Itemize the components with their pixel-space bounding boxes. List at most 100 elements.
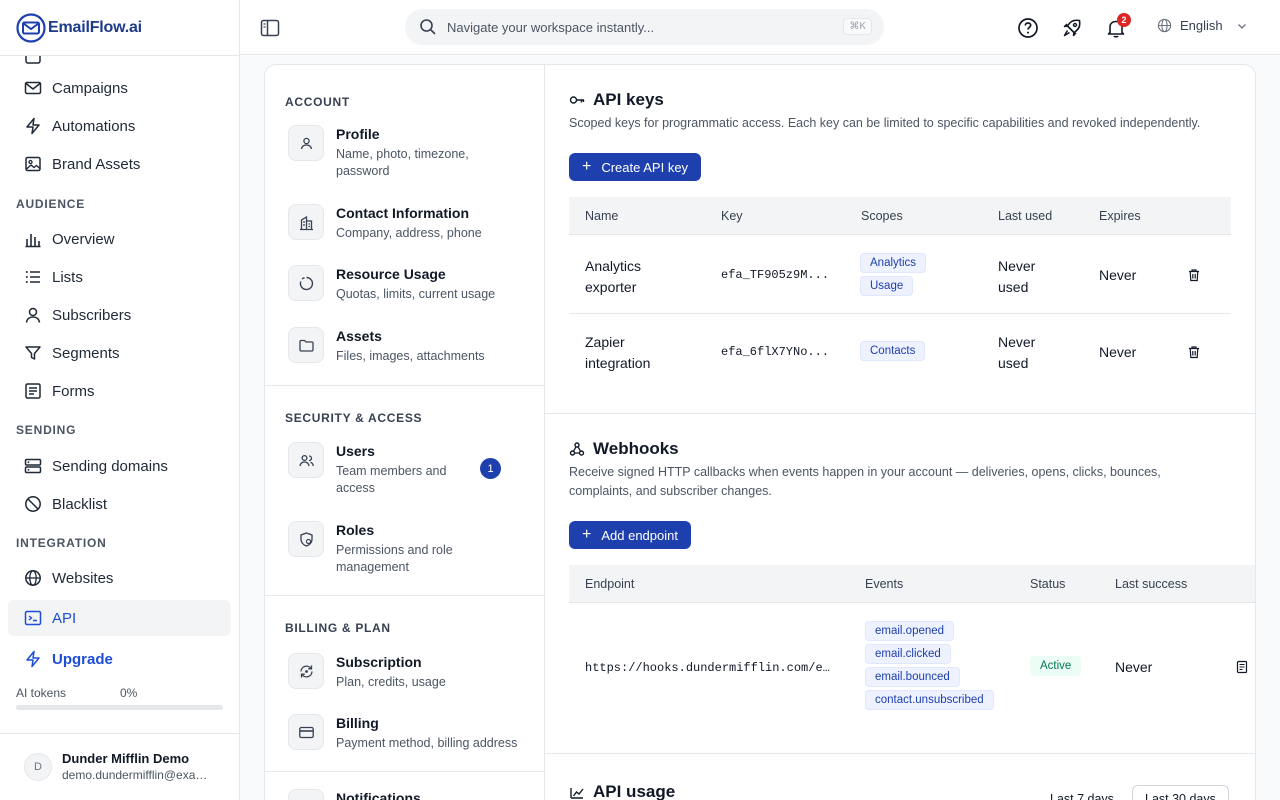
upgrade-link[interactable]: Upgrade	[24, 650, 113, 668]
sidebar-item-brand-assets[interactable]: Brand Assets	[8, 146, 231, 182]
sidebar-item-subscribers[interactable]: Subscribers	[8, 297, 231, 333]
search-icon	[420, 19, 436, 35]
webhooks-title: Webhooks	[569, 439, 679, 459]
mail-icon	[24, 81, 42, 95]
api-usage-title: API usage	[569, 782, 675, 800]
sidebar-item-label: Websites	[52, 569, 114, 587]
settings-item-icon	[288, 125, 324, 161]
range-7-days-button[interactable]: Last 7 days	[1038, 785, 1126, 800]
key-scopes: Contacts	[860, 341, 926, 361]
sidebar-section-integration: INTEGRATION	[16, 536, 107, 550]
webhook-events: email.opened email.clicked email.bounced…	[865, 621, 994, 710]
partial-icon	[25, 56, 41, 64]
sidebar-section-sending: SENDING	[16, 423, 77, 437]
column-header: Scopes	[861, 209, 903, 223]
bolt-icon	[26, 650, 40, 668]
settings-item-title: Subscription	[336, 654, 422, 670]
webhook-endpoint[interactable]: https://hooks.dundermifflin.com/e…	[585, 661, 835, 675]
settings-item-desc: Team members and access	[336, 464, 447, 495]
settings-item-billing[interactable]: Billing Payment method, billing address	[288, 714, 528, 752]
sidebar-section-audience: AUDIENCE	[16, 197, 86, 211]
upgrade-label: Upgrade	[52, 650, 113, 668]
settings-item-title: Profile	[336, 126, 380, 142]
terminal-icon	[24, 610, 42, 626]
status-badge: Active	[1030, 656, 1082, 676]
settings-item-contact-information[interactable]: Contact Information Company, address, pho…	[288, 204, 528, 242]
settings-item-desc: Payment method, billing address	[336, 736, 518, 750]
settings-item-subscription[interactable]: Subscription Plan, credits, usage	[288, 653, 528, 691]
settings-item-resource-usage[interactable]: Resource Usage Quotas, limits, current us…	[288, 265, 528, 303]
key-expires: Never	[1099, 344, 1137, 360]
search-input[interactable]: Navigate your workspace instantly... ⌘K	[405, 9, 884, 45]
api-keys-description: Scoped keys for programmatic access. Eac…	[569, 116, 1201, 130]
event-chip: email.clicked	[865, 644, 951, 664]
sidebar-item-overview[interactable]: Overview	[8, 221, 231, 257]
sidebar-toggle-icon[interactable]	[260, 18, 280, 38]
sidebar-item-campaigns[interactable]: Campaigns	[8, 70, 231, 106]
settings-item-title: Contact Information	[336, 205, 469, 221]
settings-item-title: Notifications	[336, 790, 421, 800]
chevron-down-icon	[1237, 23, 1246, 29]
sidebar-item-sending-domains[interactable]: Sending domains	[8, 448, 231, 484]
language-selector[interactable]: English	[1157, 18, 1247, 33]
rocket-icon[interactable]	[1061, 17, 1083, 39]
settings-item-desc: Company, address, phone	[336, 226, 482, 240]
language-label: English	[1180, 18, 1223, 33]
webhook-last-success: Never	[1115, 659, 1153, 675]
user-menu[interactable]: D Dunder Mifflin Demo demo.dundermifflin…	[24, 751, 214, 782]
key-value[interactable]: efa_6flX7YNo...	[721, 345, 829, 359]
user-icon	[25, 307, 41, 323]
sidebar-nav[interactable]: Campaigns Automations Brand Assets AUDIE…	[0, 56, 239, 676]
image-icon	[25, 156, 41, 172]
bar-chart-icon	[25, 234, 41, 248]
refresh-icon	[299, 665, 313, 677]
user-email: demo.dundermifflin@example.com	[62, 768, 214, 782]
settings-section-account: ACCOUNT	[285, 95, 350, 109]
settings-item-assets[interactable]: Assets Files, images, attachments	[288, 327, 528, 365]
event-chip: email.bounced	[865, 667, 960, 687]
api-settings-pane: API keys Scoped keys for programmatic ac…	[545, 65, 1255, 800]
scope-chip: Usage	[860, 276, 914, 296]
settings-item-title: Users	[336, 443, 375, 459]
add-endpoint-button[interactable]: + Add endpoint	[569, 521, 691, 549]
settings-item-desc: Permissions and role management	[336, 543, 453, 574]
column-header: Name	[585, 209, 619, 223]
filter-icon	[25, 346, 41, 360]
sidebar-item-segments[interactable]: Segments	[8, 335, 231, 371]
key-icon	[569, 96, 585, 104]
api-keys-table-header: Name Key Scopes Last used Expires	[569, 197, 1231, 235]
sidebar-item-label: Lists	[52, 268, 83, 286]
create-api-key-button[interactable]: + Create API key	[569, 153, 702, 181]
key-name: Zapier integration	[585, 334, 651, 371]
settings-item-notifications[interactable]: Notifications	[288, 789, 528, 800]
brand-logo[interactable]: EmailFlow.ai	[16, 13, 142, 43]
settings-item-roles[interactable]: Roles Permissions and role management	[288, 521, 528, 576]
ai-tokens-bar	[16, 705, 223, 710]
help-icon[interactable]	[1017, 17, 1039, 39]
settings-item-icon	[288, 789, 324, 800]
key-last-used: Never used	[998, 334, 1036, 371]
delete-key-icon[interactable]	[1187, 345, 1201, 359]
building-icon	[299, 215, 313, 230]
section-divider	[545, 753, 1255, 754]
delete-key-icon[interactable]	[1187, 268, 1201, 282]
globe-icon	[25, 570, 41, 586]
settings-item-profile[interactable]: Profile Name, photo, timezone, password	[288, 125, 528, 180]
settings-item-desc: Plan, credits, usage	[336, 675, 446, 689]
settings-section-billing: BILLING & PLAN	[285, 621, 391, 635]
key-value[interactable]: efa_TF905z9M...	[721, 268, 829, 282]
sidebar-item-automations[interactable]: Automations	[8, 108, 231, 144]
settings-nav-divider	[265, 595, 545, 596]
gauge-icon	[299, 276, 313, 290]
sidebar-item-api[interactable]: API	[8, 600, 231, 636]
folder-icon	[298, 339, 314, 352]
sidebar-item-websites[interactable]: Websites	[8, 560, 231, 596]
sidebar-item-blacklist[interactable]: Blacklist	[8, 486, 231, 522]
range-30-days-button[interactable]: Last 30 days	[1132, 785, 1229, 800]
ai-tokens-label: AI tokens	[16, 686, 67, 700]
sidebar-item-forms[interactable]: Forms	[8, 373, 231, 409]
sidebar-item-lists[interactable]: Lists	[8, 259, 231, 295]
webhook-log-icon[interactable]	[1235, 660, 1249, 674]
sidebar-item-label: Segments	[52, 344, 120, 362]
column-header: Events	[865, 577, 904, 591]
